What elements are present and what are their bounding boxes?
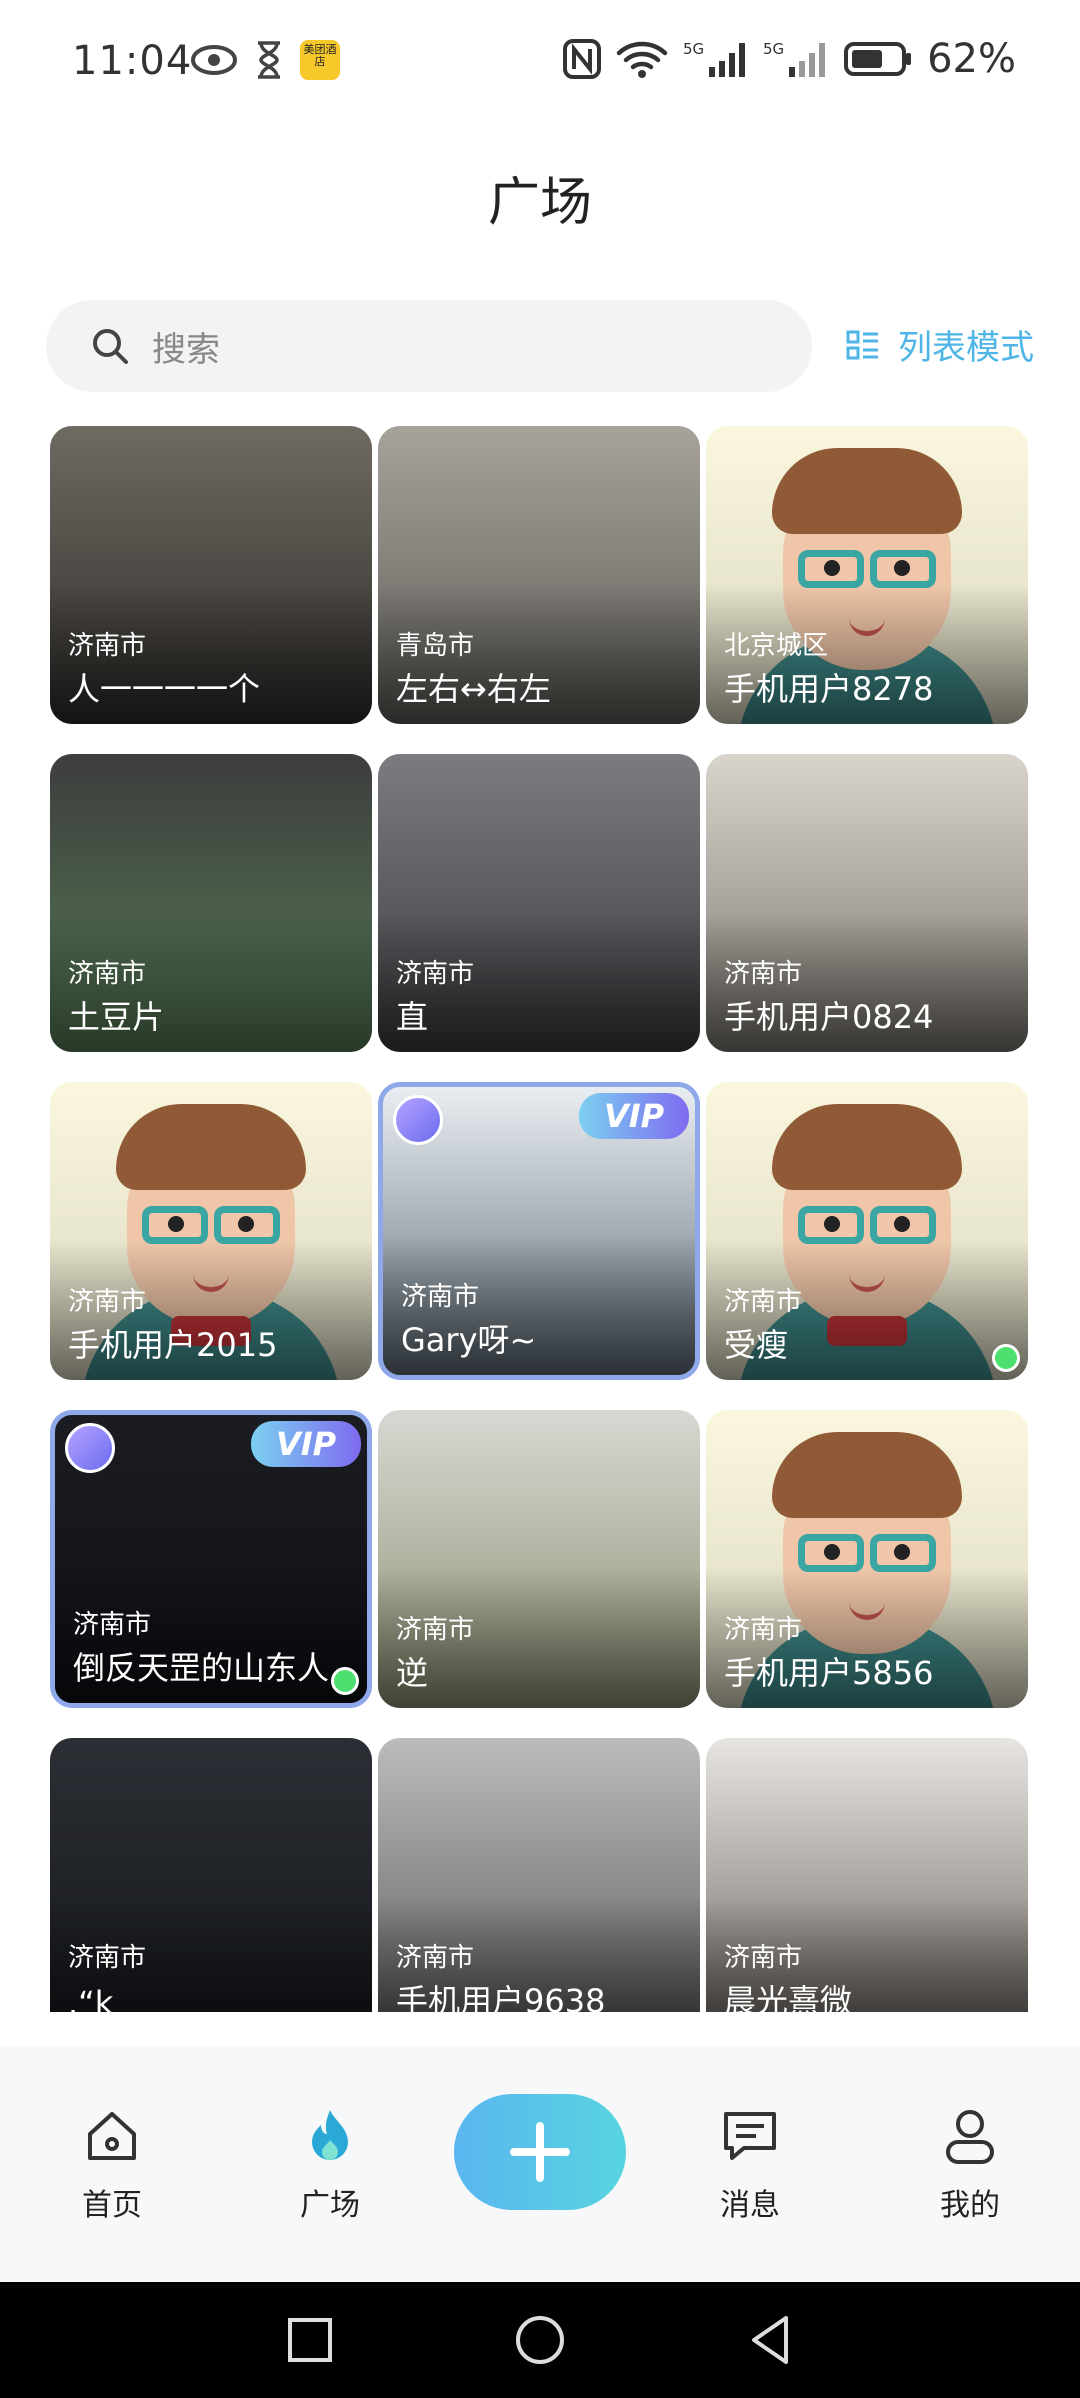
- plus-icon: [510, 2122, 570, 2182]
- bottom-nav: 首页 广场 消息 我的: [0, 2046, 1080, 2282]
- user-card[interactable]: 济南市 土豆片: [50, 754, 372, 1052]
- status-time: 11:04: [72, 38, 193, 84]
- vip-badge-icon: [65, 1423, 115, 1473]
- user-name: 手机用户8278: [724, 670, 934, 708]
- user-name: 受瘦: [724, 1326, 789, 1364]
- svg-text:5G: 5G: [683, 40, 704, 58]
- user-city: 济南市: [396, 959, 475, 989]
- user-card[interactable]: 济南市 受瘦: [706, 1082, 1028, 1380]
- nav-square-label: 广场: [300, 2188, 360, 2223]
- user-card[interactable]: 济南市 逆: [378, 1410, 700, 1708]
- back-icon[interactable]: [742, 2312, 798, 2368]
- user-card[interactable]: 济南市 手机用户5856: [706, 1410, 1028, 1708]
- status-bar: 11:04 美团酒店 5G 5G 62%: [0, 0, 1080, 130]
- user-city: 济南市: [68, 1287, 147, 1317]
- user-city: 济南市: [396, 1943, 475, 1973]
- user-city: 济南市: [68, 1943, 147, 1973]
- vip-tag: VIP: [251, 1421, 361, 1467]
- user-card[interactable]: 济南市 人一一一一个: [50, 426, 372, 724]
- eye-icon: [191, 45, 237, 75]
- svg-text:5G: 5G: [763, 40, 784, 58]
- user-card-vip[interactable]: VIP 济南市 倒反天罡的山东人: [50, 1410, 372, 1708]
- list-icon: [846, 330, 878, 359]
- user-name: 左右↔右左: [396, 670, 551, 708]
- user-card[interactable]: 济南市 手机用户0824: [706, 754, 1028, 1052]
- user-name: 晨光熹微: [724, 1982, 853, 2012]
- flame-icon: [312, 2110, 348, 2160]
- user-city: 青岛市: [396, 631, 475, 661]
- nav-messages[interactable]: 消息: [680, 2106, 820, 2224]
- home-button-icon[interactable]: [512, 2312, 568, 2368]
- signal-5g-icon: 5G: [683, 40, 746, 77]
- nav-mine[interactable]: 我的: [900, 2106, 1040, 2224]
- list-mode-label: 列表模式: [898, 328, 1034, 368]
- nav-home[interactable]: 首页: [42, 2106, 182, 2224]
- message-icon: [724, 2112, 776, 2160]
- vip-badge-icon: [393, 1095, 443, 1145]
- add-post-button[interactable]: [454, 2094, 626, 2210]
- user-card[interactable]: 北京城区 手机用户8278: [706, 426, 1028, 724]
- nav-mine-label: 我的: [940, 2188, 1000, 2223]
- user-name: 手机用户2015: [68, 1326, 278, 1364]
- wifi-icon: [616, 41, 668, 78]
- user-name: 逆: [396, 1654, 429, 1692]
- user-name: .“k: [68, 1984, 114, 2012]
- nav-square[interactable]: 广场: [260, 2106, 400, 2224]
- search-icon: [93, 329, 128, 364]
- user-city: 济南市: [401, 1282, 480, 1312]
- battery-icon: [844, 42, 912, 76]
- user-icon: [946, 2110, 994, 2164]
- user-city: 济南市: [73, 1610, 152, 1640]
- user-card[interactable]: 济南市 .“k: [50, 1738, 372, 2012]
- signal-5g-icon-2: 5G: [763, 40, 826, 77]
- user-name: 手机用户9638: [396, 1982, 606, 2012]
- home-icon: [88, 2112, 136, 2160]
- nfc-icon: [563, 39, 602, 79]
- search-placeholder: 搜索: [152, 329, 220, 370]
- user-name: 直: [396, 998, 429, 1036]
- user-city: 济南市: [68, 631, 147, 661]
- user-city: 北京城区: [724, 631, 829, 661]
- battery-percent: 62%: [927, 36, 1016, 82]
- user-card-vip[interactable]: VIP 济南市 Gary呀~: [378, 1082, 700, 1380]
- user-city: 济南市: [724, 1287, 803, 1317]
- user-city: 济南市: [724, 1615, 803, 1645]
- nav-messages-label: 消息: [720, 2188, 780, 2223]
- user-city: 济南市: [724, 959, 803, 989]
- user-name: Gary呀~: [401, 1321, 537, 1359]
- user-card[interactable]: 济南市 手机用户9638: [378, 1738, 700, 2012]
- list-mode-button[interactable]: 列表模式: [846, 320, 1034, 369]
- system-nav-bar: [0, 2282, 1080, 2398]
- user-city: 济南市: [68, 959, 147, 989]
- online-status-dot: [992, 1344, 1020, 1372]
- user-name: 手机用户0824: [724, 998, 934, 1036]
- user-city: 济南市: [724, 1943, 803, 1973]
- hotel-app-icon: 美团酒店: [300, 40, 340, 80]
- search-input[interactable]: 搜索: [46, 300, 812, 392]
- hourglass-icon: [258, 41, 280, 79]
- recents-icon[interactable]: [282, 2312, 338, 2368]
- nav-home-label: 首页: [82, 2188, 142, 2223]
- user-grid: 济南市 人一一一一个 青岛市 左右↔右左 北京城区 手机用户8278 济南市 土…: [50, 426, 1030, 2012]
- user-card[interactable]: 济南市 直: [378, 754, 700, 1052]
- user-city: 济南市: [396, 1615, 475, 1645]
- page-title: 广场: [487, 173, 592, 233]
- user-name: 人一一一一个: [68, 670, 261, 708]
- user-name: 土豆片: [68, 998, 165, 1036]
- vip-tag: VIP: [579, 1093, 689, 1139]
- online-status-dot: [331, 1667, 359, 1695]
- user-name: 倒反天罡的山东人: [73, 1649, 330, 1687]
- user-card[interactable]: 济南市 晨光熹微: [706, 1738, 1028, 2012]
- user-card[interactable]: 青岛市 左右↔右左: [378, 426, 700, 724]
- user-card[interactable]: 济南市 手机用户2015: [50, 1082, 372, 1380]
- user-name: 手机用户5856: [724, 1654, 934, 1692]
